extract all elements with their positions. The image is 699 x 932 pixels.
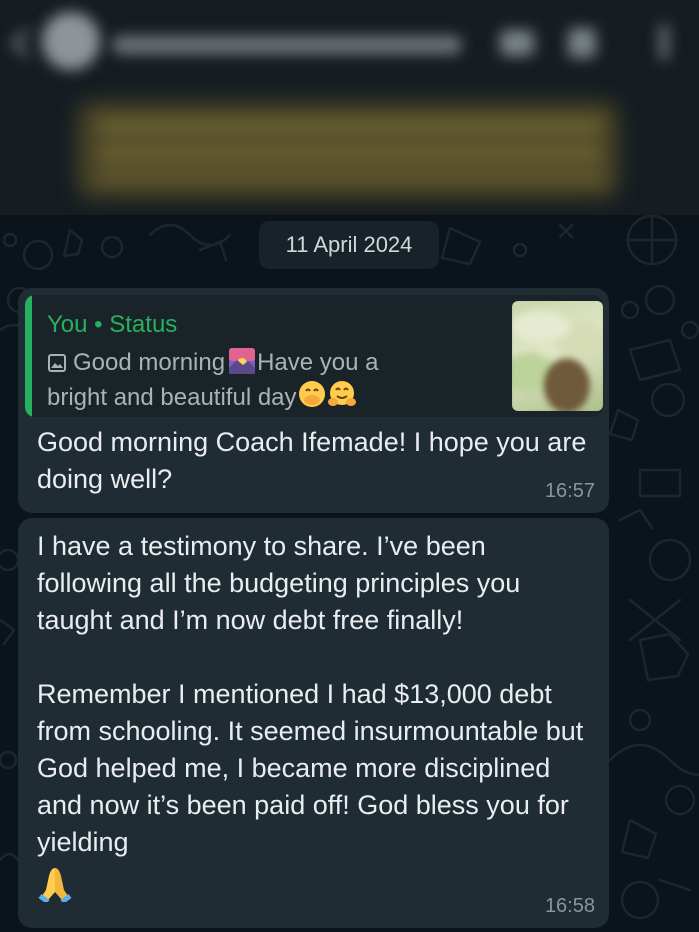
folded-hands-emoji — [38, 868, 72, 902]
contact-avatar[interactable] — [42, 12, 100, 70]
message-bubble-reply[interactable]: You • Status Good morning Have you a bri… — [18, 288, 609, 513]
voice-call-icon[interactable] — [568, 28, 596, 58]
message-time: 16:58 — [544, 895, 595, 917]
face-hand-over-mouth-emoji — [298, 381, 325, 407]
message-time: 16:57 — [544, 480, 595, 502]
quote-separator: • — [94, 311, 103, 338]
message-text: Good morning Coach Ifemade! I hope you a… — [37, 427, 587, 494]
menu-icon[interactable] — [660, 24, 668, 60]
contact-name[interactable] — [112, 36, 462, 54]
hugging-face-emoji — [327, 381, 356, 406]
quote-source: Status — [109, 311, 178, 338]
video-call-icon[interactable] — [500, 30, 534, 56]
quote-accent-bar — [25, 295, 32, 417]
date-chip: 11 April 2024 — [259, 221, 439, 269]
image-icon — [48, 354, 66, 372]
sunrise-emoji — [229, 348, 256, 374]
chat-header — [0, 0, 699, 215]
pinned-banner-text — [100, 120, 600, 180]
message-bubble[interactable]: I have a testimony to share. I’ve been f… — [18, 518, 609, 928]
quote-text-part1: Good morning — [73, 349, 226, 376]
quote-author: You • Status — [47, 311, 177, 339]
quote-text: Good morning Have you a bright and beaut… — [47, 346, 427, 414]
message-text: I have a testimony to share. I’ve been f… — [37, 531, 584, 857]
quoted-status[interactable]: You • Status Good morning Have you a bri… — [25, 295, 603, 417]
quote-author-name: You — [47, 311, 88, 338]
status-thumbnail[interactable] — [512, 301, 603, 411]
back-arrow-icon[interactable] — [4, 26, 38, 60]
